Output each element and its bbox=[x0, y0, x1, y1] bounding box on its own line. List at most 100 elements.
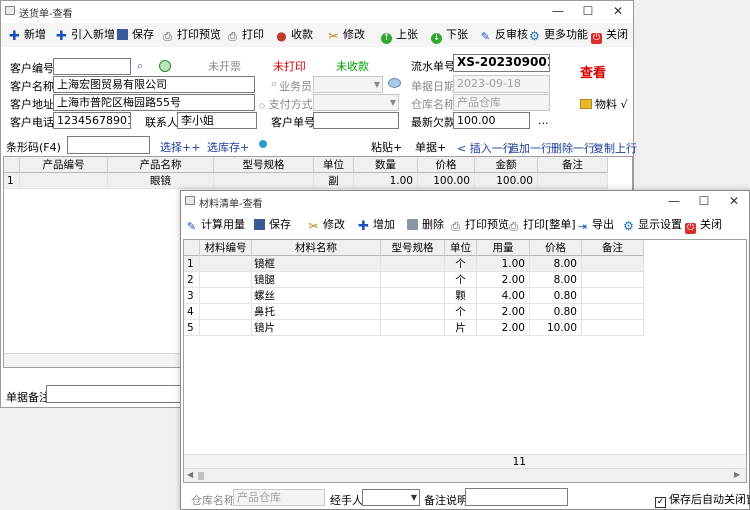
material-code-cell[interactable] bbox=[200, 320, 252, 336]
serial-number-field[interactable]: XS-202309001 bbox=[453, 54, 550, 72]
material-name-cell[interactable]: 鼻托 bbox=[252, 304, 381, 320]
customer-address-field[interactable]: 上海市普陀区梅园路55号 bbox=[53, 94, 255, 111]
auto-close-checkbox[interactable]: ✓保存后自动关闭窗口 bbox=[655, 491, 750, 508]
lookup-icon[interactable]: ⌕ bbox=[271, 77, 277, 91]
spec-cell[interactable] bbox=[381, 256, 445, 272]
new-button[interactable]: ✚ 新增 bbox=[9, 27, 46, 43]
copy-row-link[interactable]: 复制上行 bbox=[593, 140, 637, 156]
paste-button[interactable]: 粘贴+ bbox=[371, 139, 402, 155]
material-link[interactable]: 物料 √ bbox=[580, 96, 628, 112]
close-button[interactable]: ⏻ 关闭 bbox=[591, 27, 628, 44]
unit-cell[interactable]: 片 bbox=[445, 320, 477, 336]
amount-cell[interactable]: 100.00 bbox=[475, 173, 538, 189]
link-icon[interactable] bbox=[388, 78, 401, 88]
note-cell[interactable] bbox=[582, 304, 644, 320]
contact-field[interactable]: 李小姐 bbox=[177, 112, 257, 129]
column-header[interactable]: 材料编号 bbox=[200, 240, 252, 256]
close-window-button[interactable]: ✕ bbox=[605, 3, 631, 19]
unit-cell[interactable]: 个 bbox=[445, 304, 477, 320]
spec-cell[interactable] bbox=[381, 272, 445, 288]
search-icon[interactable]: ⌕ bbox=[137, 59, 149, 72]
price-cell[interactable]: 0.80 bbox=[530, 304, 582, 320]
delete-row-link[interactable]: 删除一行 bbox=[551, 140, 595, 156]
remark-input[interactable] bbox=[46, 385, 186, 403]
column-header[interactable]: 价格 bbox=[530, 240, 582, 256]
material-code-cell[interactable] bbox=[200, 256, 252, 272]
usage-cell[interactable]: 2.00 bbox=[477, 304, 530, 320]
print-button[interactable]: ⎙ 打印 bbox=[227, 27, 264, 43]
note-cell[interactable] bbox=[582, 256, 644, 272]
select-stock-link[interactable]: 选库存+ bbox=[207, 139, 249, 155]
spec-cell[interactable] bbox=[381, 288, 445, 304]
product-code-cell[interactable] bbox=[20, 173, 108, 189]
edit-button[interactable]: ✂ 修改 bbox=[308, 217, 345, 233]
display-settings-button[interactable]: ⚙ 显示设置 bbox=[623, 217, 682, 233]
salesman-select[interactable]: ▼ bbox=[313, 76, 383, 93]
scrollbar-thumb[interactable] bbox=[198, 472, 204, 480]
delete-button[interactable]: 删除 bbox=[407, 217, 444, 233]
save-button[interactable]: 保存 bbox=[254, 217, 291, 233]
more-functions-button[interactable]: ⚙ 更多功能 bbox=[529, 27, 588, 43]
price-cell[interactable]: 10.00 bbox=[530, 320, 582, 336]
debt-field[interactable]: 100.00 bbox=[453, 112, 530, 129]
import-new-button[interactable]: ✚ 引入新增 bbox=[56, 27, 115, 43]
column-header[interactable]: 金额 bbox=[475, 157, 538, 173]
material-name-cell[interactable]: 螺丝 bbox=[252, 288, 381, 304]
barcode-input[interactable] bbox=[67, 136, 150, 154]
material-name-cell[interactable]: 镜框 bbox=[252, 256, 381, 272]
footer-warehouse-select[interactable]: 产品仓库 bbox=[233, 489, 325, 506]
table-row[interactable]: 1 镜框 个 1.00 8.00 bbox=[184, 256, 644, 272]
column-header[interactable]: 单位 bbox=[445, 240, 477, 256]
material-code-cell[interactable] bbox=[200, 272, 252, 288]
material-code-cell[interactable] bbox=[200, 304, 252, 320]
note-cell[interactable] bbox=[582, 320, 644, 336]
append-row-link[interactable]: 追加一行 bbox=[508, 140, 552, 156]
minimize-button[interactable]: — bbox=[661, 193, 687, 209]
close-window-button[interactable]: ✕ bbox=[721, 193, 747, 209]
material-name-cell[interactable]: 镜腿 bbox=[252, 272, 381, 288]
payment-method-select[interactable]: ▼ bbox=[313, 94, 399, 111]
edit-button[interactable]: ✂ 修改 bbox=[328, 27, 365, 43]
column-header[interactable]: 用量 bbox=[477, 240, 530, 256]
spec-cell[interactable] bbox=[381, 320, 445, 336]
document-button[interactable]: 单据+ bbox=[415, 139, 446, 155]
material-name-cell[interactable]: 镜片 bbox=[252, 320, 381, 336]
spec-cell[interactable] bbox=[214, 173, 314, 189]
prev-record-button[interactable]: ↑ 上张 bbox=[381, 27, 418, 44]
note-description-input[interactable] bbox=[465, 488, 568, 506]
spec-cell[interactable] bbox=[381, 304, 445, 320]
print-preview-button[interactable]: ⎙ 打印预览 bbox=[450, 217, 509, 233]
column-header[interactable]: 产品编号 bbox=[20, 157, 108, 173]
table-row[interactable]: 5 镜片 片 2.00 10.00 bbox=[184, 320, 644, 336]
quantity-cell[interactable]: 1.00 bbox=[354, 173, 418, 189]
price-cell[interactable]: 8.00 bbox=[530, 272, 582, 288]
insert-row-link[interactable]: < 插入一行 bbox=[457, 140, 514, 156]
column-header[interactable]: 价格 bbox=[418, 157, 475, 173]
unapprove-button[interactable]: ✎ 反审核 bbox=[480, 27, 528, 43]
maximize-button[interactable]: ☐ bbox=[575, 3, 601, 19]
warehouse-select[interactable]: 产品仓库 bbox=[453, 94, 550, 111]
column-header[interactable]: 型号规格 bbox=[381, 240, 445, 256]
horizontal-scrollbar[interactable]: ◀ ▶ bbox=[184, 468, 746, 482]
unit-cell[interactable]: 个 bbox=[445, 256, 477, 272]
scroll-left-arrow-icon[interactable]: ◀ bbox=[187, 470, 193, 479]
close-button[interactable]: ⏻ 关闭 bbox=[685, 217, 722, 234]
product-name-cell[interactable]: 眼镜 bbox=[108, 173, 214, 189]
maximize-button[interactable]: ☐ bbox=[691, 193, 717, 209]
unit-cell[interactable]: 副 bbox=[314, 173, 354, 189]
usage-cell[interactable]: 2.00 bbox=[477, 320, 530, 336]
material-code-cell[interactable] bbox=[200, 288, 252, 304]
unit-cell[interactable]: 颗 bbox=[445, 288, 477, 304]
table-row[interactable]: 3 螺丝 颗 4.00 0.80 bbox=[184, 288, 644, 304]
calculate-usage-button[interactable]: ✎ 计算用量 bbox=[186, 217, 245, 233]
column-header[interactable]: 产品名称 bbox=[108, 157, 214, 173]
checkbox-checked-icon[interactable]: ✓ bbox=[655, 497, 666, 508]
price-cell[interactable]: 100.00 bbox=[418, 173, 475, 189]
column-header[interactable]: 材料名称 bbox=[252, 240, 381, 256]
usage-cell[interactable]: 2.00 bbox=[477, 272, 530, 288]
scroll-right-arrow-icon[interactable]: ▶ bbox=[734, 470, 740, 479]
customer-code-input[interactable] bbox=[53, 58, 131, 75]
handler-select[interactable]: ▼ bbox=[362, 489, 420, 506]
column-header[interactable]: 备注 bbox=[538, 157, 608, 173]
table-row[interactable]: 4 鼻托 个 2.00 0.80 bbox=[184, 304, 644, 320]
